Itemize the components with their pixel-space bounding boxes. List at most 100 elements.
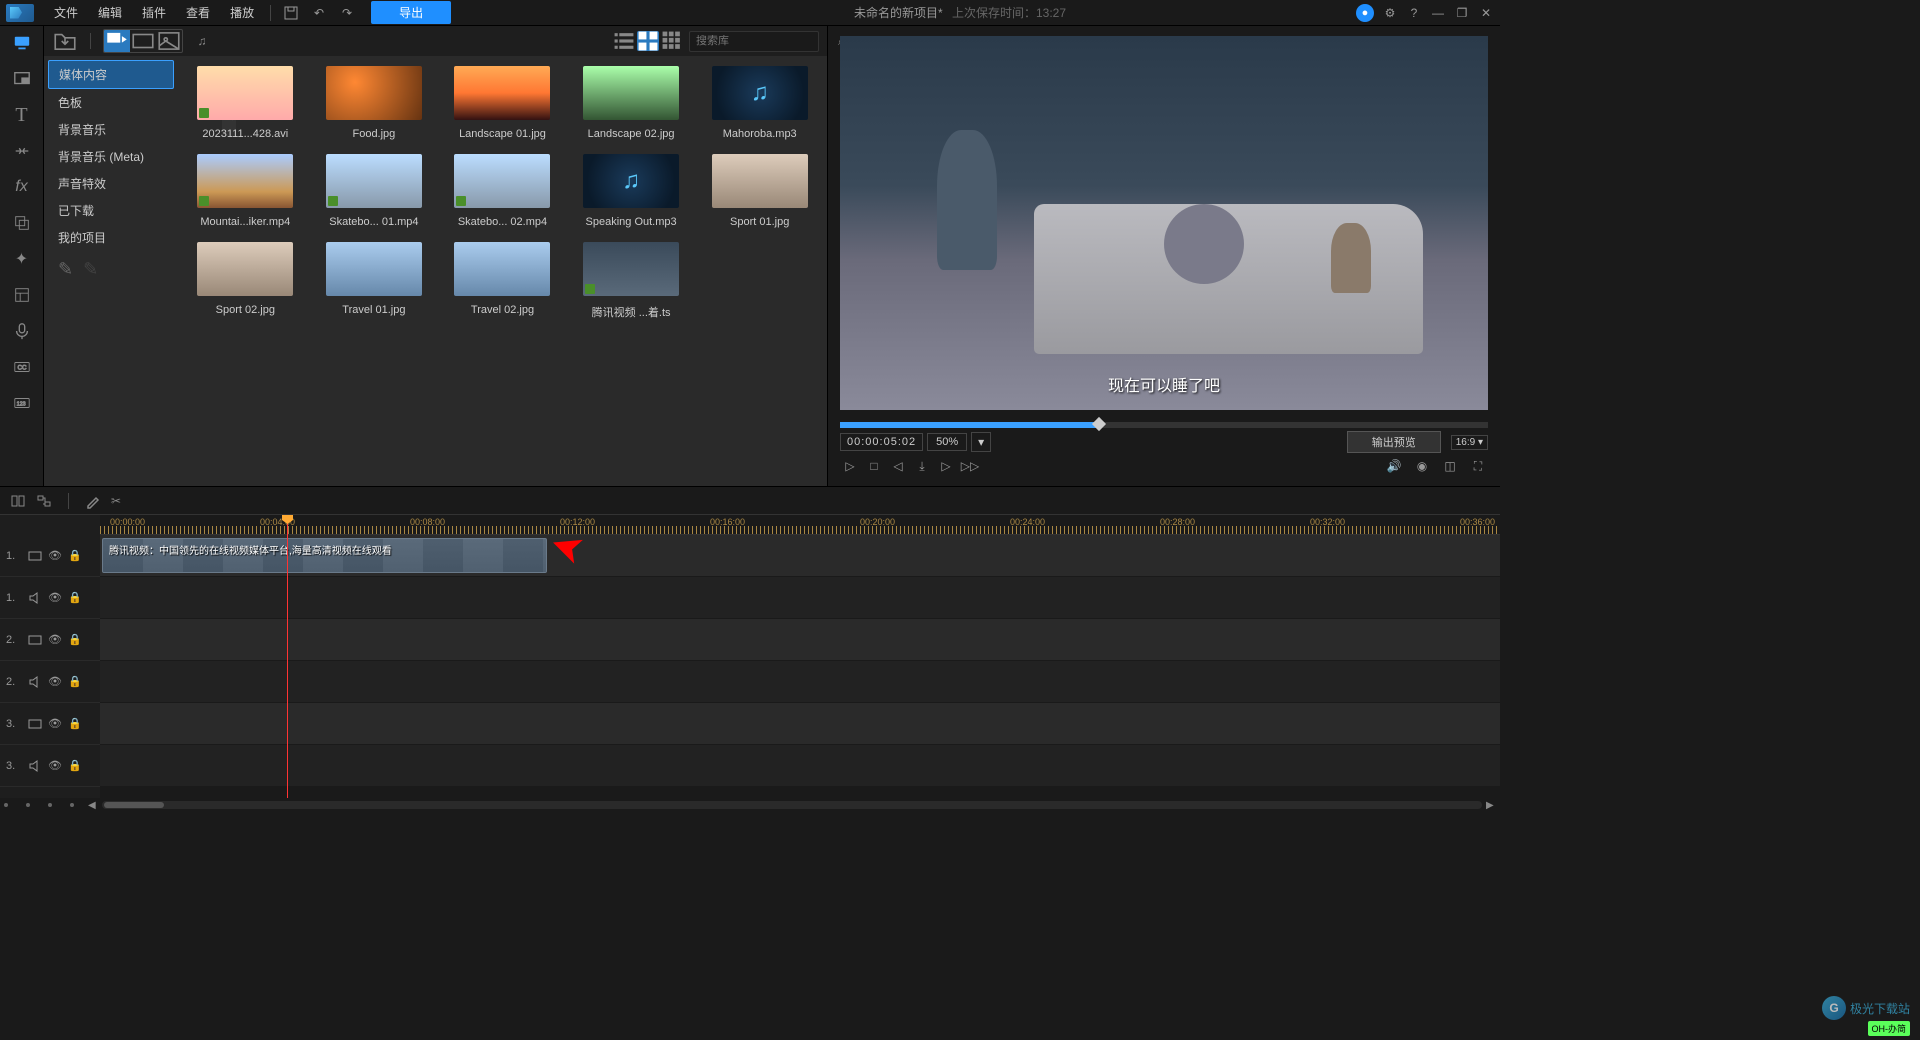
menu-file[interactable]: 文件 <box>44 4 88 21</box>
media-thumbnail[interactable]: 2023111...428.avi <box>192 66 299 140</box>
sidebar-item-media-content[interactable]: 媒体内容 <box>48 60 174 89</box>
filter-all-icon[interactable] <box>104 30 130 52</box>
preview-viewport[interactable]: 现在可以睡了吧 <box>840 36 1488 410</box>
undo-icon[interactable]: ↶ <box>311 5 327 21</box>
close-icon[interactable]: ✕ <box>1478 5 1494 21</box>
menu-view[interactable]: 查看 <box>176 4 220 21</box>
import-icon[interactable] <box>52 30 78 52</box>
scroll-left-icon[interactable]: ◀ <box>88 800 98 811</box>
overlay-icon[interactable] <box>11 212 33 234</box>
media-thumbnail[interactable]: Landscape 01.jpg <box>449 66 556 140</box>
output-preview-button[interactable]: 输出预览 <box>1347 431 1441 453</box>
save-icon[interactable] <box>283 5 299 21</box>
cut-tool-icon[interactable]: ✂ <box>111 494 121 508</box>
track-lock-icon[interactable]: 🔒 <box>68 675 82 689</box>
pip-icon[interactable] <box>11 68 33 90</box>
timecode-display[interactable]: 00:00:05:02 <box>840 433 923 451</box>
eraser-tool-icon[interactable]: ✎ <box>83 259 98 280</box>
zoom-slider[interactable] <box>4 803 74 807</box>
media-thumbnail[interactable]: Mountai...iker.mp4 <box>192 154 299 228</box>
media-thumbnail[interactable]: Travel 01.jpg <box>321 242 428 320</box>
media-thumbnail[interactable]: Skatebo... 01.mp4 <box>321 154 428 228</box>
track-visibility-icon[interactable]: 👁 <box>48 549 62 563</box>
zoom-select[interactable]: 50% <box>927 433 967 451</box>
playhead[interactable] <box>287 515 288 798</box>
brush-tool-icon[interactable] <box>85 493 101 509</box>
timeline-ruler[interactable]: 00:00:0000:04:0000:08:0000:12:0000:16:00… <box>100 515 1500 535</box>
search-input[interactable] <box>696 35 838 47</box>
menu-plugin[interactable]: 插件 <box>132 4 176 21</box>
dual-view-icon[interactable]: ◫ <box>1440 456 1460 476</box>
track-visibility-icon[interactable]: 👁 <box>48 759 62 773</box>
track-lock-icon[interactable]: 🔒 <box>68 717 82 731</box>
media-thumbnail[interactable]: Sport 02.jpg <box>192 242 299 320</box>
preview-scrubber[interactable] <box>840 422 1488 428</box>
play-icon[interactable]: ▷ <box>840 456 860 476</box>
track-lock-icon[interactable]: 🔒 <box>68 591 82 605</box>
link-tool-icon[interactable] <box>36 493 52 509</box>
small-grid-icon[interactable] <box>661 31 683 51</box>
particle-icon[interactable]: ✦ <box>11 248 33 270</box>
fast-forward-icon[interactable]: ▷▷ <box>960 456 980 476</box>
timeline-track[interactable] <box>100 703 1500 745</box>
settings-icon[interactable]: ⚙ <box>1382 5 1398 21</box>
marker-icon[interactable]: ⤓ <box>912 456 932 476</box>
media-thumbnail[interactable]: Sport 01.jpg <box>706 154 813 228</box>
sidebar-item-bgm-meta[interactable]: 背景音乐 (Meta) <box>48 143 174 170</box>
list-view-icon[interactable] <box>613 31 635 51</box>
template-icon[interactable] <box>11 284 33 306</box>
next-frame-icon[interactable]: ▷ <box>936 456 956 476</box>
track-visibility-icon[interactable]: 👁 <box>48 675 62 689</box>
sidebar-item-bgm[interactable]: 背景音乐 <box>48 116 174 143</box>
sidebar-item-color-board[interactable]: 色板 <box>48 89 174 116</box>
grid-view-icon[interactable] <box>637 31 659 51</box>
select-tool-icon[interactable] <box>10 493 26 509</box>
track-lock-icon[interactable]: 🔒 <box>68 759 82 773</box>
menu-edit[interactable]: 编辑 <box>88 4 132 21</box>
track-visibility-icon[interactable]: 👁 <box>48 591 62 605</box>
export-button[interactable]: 导出 <box>371 1 451 24</box>
timeline-track[interactable] <box>100 745 1500 787</box>
timeline-track[interactable] <box>100 619 1500 661</box>
maximize-icon[interactable]: ❐ <box>1454 5 1470 21</box>
zoom-dropdown-icon[interactable]: ▾ <box>971 432 991 452</box>
sidebar-item-sfx[interactable]: 声音特效 <box>48 170 174 197</box>
snapshot-icon[interactable]: ◉ <box>1412 456 1432 476</box>
sidebar-item-my-project[interactable]: 我的项目 <box>48 224 174 251</box>
redo-icon[interactable]: ↷ <box>339 5 355 21</box>
timeline-track[interactable] <box>100 577 1500 619</box>
caption-icon[interactable]: CC <box>11 356 33 378</box>
media-thumbnail[interactable]: Travel 02.jpg <box>449 242 556 320</box>
menu-play[interactable]: 播放 <box>220 4 264 21</box>
filter-image-icon[interactable] <box>156 30 182 52</box>
aspect-ratio-select[interactable]: 16:9 ▾ <box>1451 435 1488 450</box>
filter-video-icon[interactable] <box>130 30 156 52</box>
prev-frame-icon[interactable]: ◁ <box>888 456 908 476</box>
volume-icon[interactable]: 🔊 <box>1384 456 1404 476</box>
pen-tool-icon[interactable]: ✎ <box>58 259 73 280</box>
media-thumbnail[interactable]: Food.jpg <box>321 66 428 140</box>
counter-icon[interactable]: 123 <box>11 392 33 414</box>
track-visibility-icon[interactable]: 👁 <box>48 633 62 647</box>
media-tab-icon[interactable] <box>11 32 33 54</box>
filter-audio-icon[interactable]: ♫ <box>189 30 215 52</box>
effects-icon[interactable]: fx <box>11 176 33 198</box>
media-thumbnail[interactable]: Landscape 02.jpg <box>578 66 685 140</box>
sidebar-item-downloaded[interactable]: 已下载 <box>48 197 174 224</box>
track-lock-icon[interactable]: 🔒 <box>68 633 82 647</box>
stop-icon[interactable]: □ <box>864 456 884 476</box>
scrubber-handle-icon[interactable] <box>1092 417 1106 431</box>
minimize-icon[interactable]: — <box>1430 5 1446 21</box>
media-thumbnail[interactable]: Speaking Out.mp3 <box>578 154 685 228</box>
mic-icon[interactable] <box>11 320 33 342</box>
track-visibility-icon[interactable]: 👁 <box>48 717 62 731</box>
scrollbar-track[interactable] <box>102 801 1482 809</box>
fullscreen-icon[interactable]: ⛶ <box>1468 456 1488 476</box>
timeline-track[interactable]: 腾讯视频：中国领先的在线视频媒体平台,海量高清视频在线观看 <box>100 535 1500 577</box>
scrollbar-thumb[interactable] <box>104 802 164 808</box>
timeline-track[interactable] <box>100 661 1500 703</box>
text-icon[interactable]: T <box>11 104 33 126</box>
media-thumbnail[interactable]: Mahoroba.mp3 <box>706 66 813 140</box>
track-lock-icon[interactable]: 🔒 <box>68 549 82 563</box>
transition-icon[interactable] <box>11 140 33 162</box>
